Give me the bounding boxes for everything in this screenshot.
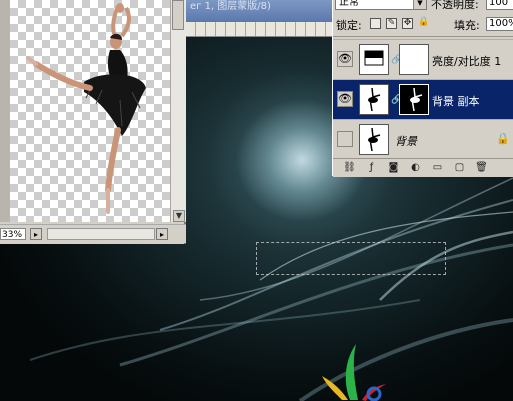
panel-divider: [333, 36, 513, 37]
chevron-down-icon: ▼: [413, 0, 426, 9]
opacity-label: 不透明度:: [431, 0, 479, 11]
document-title: ег 1, 图层蒙版/8): [190, 1, 271, 12]
olympic-style-logo: [322, 344, 386, 401]
layers-panel: 正常 ▼ 不透明度: 100 锁定: ✎ ✥ 🔒 填充: 100% 👁 🔗 亮度…: [332, 0, 513, 177]
layer-thumbnail: [359, 124, 389, 155]
adjustment-thumbnail: [359, 44, 389, 75]
layer-thumbnail: [359, 84, 389, 115]
selection-marquee: [256, 242, 446, 275]
blend-mode-select[interactable]: 正常 ▼: [335, 0, 427, 10]
link-icon[interactable]: ⛓: [343, 161, 356, 174]
mask-thumbnail[interactable]: [399, 44, 429, 75]
lock-transparency-icon[interactable]: [370, 18, 381, 29]
vertical-scrollbar[interactable]: ▼: [170, 0, 186, 222]
lock-icon: 🔒: [496, 132, 510, 145]
horizontal-scrollbar[interactable]: [47, 228, 155, 240]
mask-icon[interactable]: ◙: [387, 161, 400, 174]
image-document-window[interactable]: ▼ 33% ▸ ▸: [0, 0, 186, 244]
scroll-down-arrow-icon[interactable]: ▼: [173, 210, 185, 222]
scroll-right-arrow-icon[interactable]: ▸: [156, 228, 168, 240]
vertical-ruler: [0, 0, 10, 222]
layer-name: 亮度/对比度 1: [432, 55, 502, 68]
lock-paint-icon[interactable]: ✎: [386, 18, 397, 29]
ballerina-image: [26, 3, 146, 214]
layer-row-background-copy[interactable]: 👁 🔗 背景 副本: [333, 79, 513, 119]
layer-row-background[interactable]: 背景 🔒: [333, 119, 513, 159]
blend-mode-value: 正常: [339, 0, 359, 8]
adjustment-icon[interactable]: ◐: [409, 161, 422, 174]
folder-icon[interactable]: ▭: [431, 161, 444, 174]
fill-label: 填充:: [454, 19, 480, 32]
eye-icon[interactable]: 👁: [337, 91, 353, 107]
horizontal-ruler: [186, 22, 332, 37]
eye-hidden-icon[interactable]: [337, 131, 353, 147]
status-menu-icon[interactable]: ▸: [30, 228, 42, 240]
opacity-field[interactable]: 100: [486, 0, 513, 10]
new-layer-icon[interactable]: ▢: [453, 161, 466, 174]
layer-name: 背景: [395, 135, 417, 148]
layer-row-brightness-contrast[interactable]: 👁 🔗 亮度/对比度 1: [333, 39, 513, 79]
fx-icon[interactable]: ƒ: [365, 161, 378, 174]
layer-name: 背景 副本: [432, 95, 480, 108]
transparent-canvas[interactable]: [10, 0, 170, 222]
document-status-bar: 33% ▸ ▸: [0, 224, 186, 243]
mask-thumbnail[interactable]: [399, 84, 429, 115]
scroll-thumb[interactable]: [172, 0, 184, 30]
eye-icon[interactable]: 👁: [337, 51, 353, 67]
lock-label: 锁定:: [336, 19, 362, 32]
document-title-bar[interactable]: ег 1, 图层蒙版/8): [186, 0, 332, 22]
lock-all-icon[interactable]: 🔒: [418, 18, 429, 29]
trash-icon[interactable]: 🗑: [475, 161, 488, 174]
layers-panel-toolbar: ⛓ ƒ ◙ ◐ ▭ ▢ 🗑: [333, 158, 513, 177]
fill-field[interactable]: 100%: [486, 17, 513, 31]
lock-position-icon[interactable]: ✥: [402, 18, 413, 29]
zoom-field[interactable]: 33%: [0, 228, 26, 240]
